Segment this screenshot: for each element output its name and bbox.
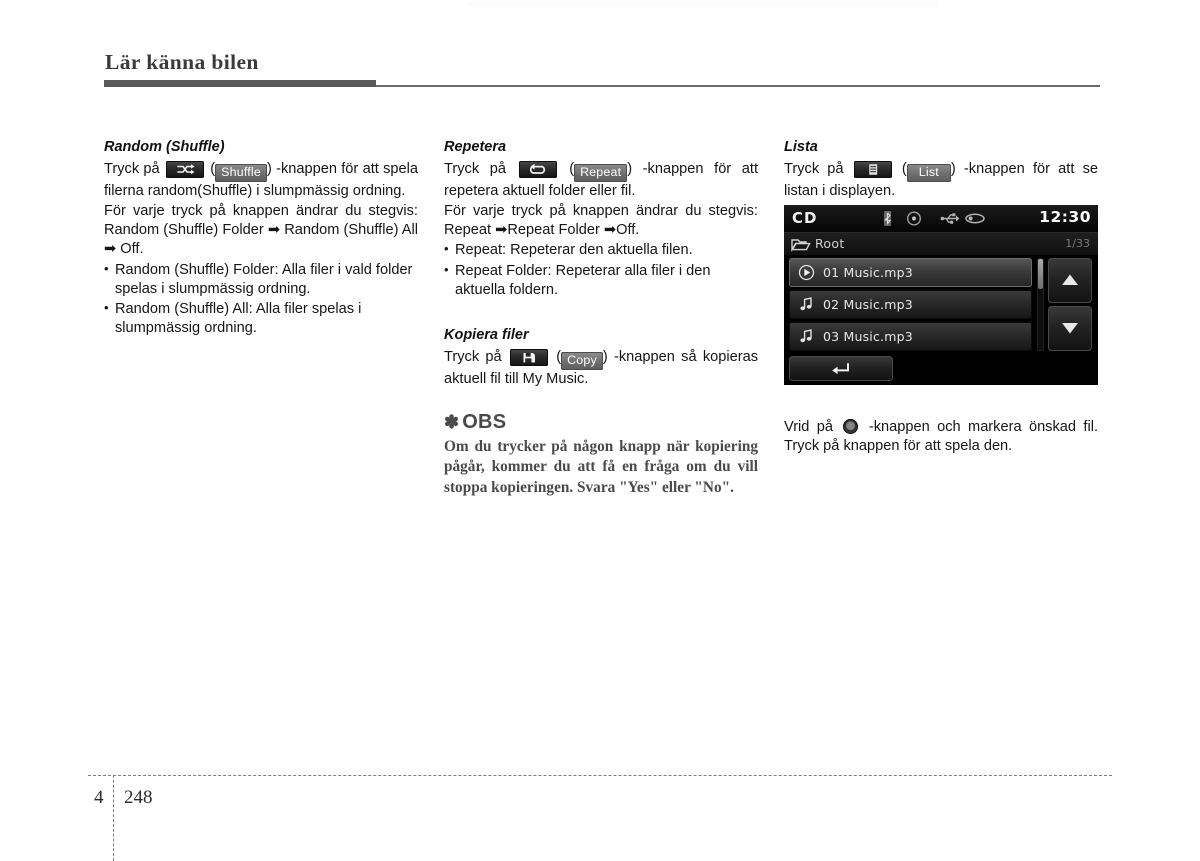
scrollbar-thumb[interactable] xyxy=(1038,259,1043,289)
shuffle-icon xyxy=(165,161,204,179)
list-item[interactable]: 01 Music.mp3 xyxy=(789,258,1032,287)
asterisk-icon: ✽ xyxy=(444,412,460,433)
status-clock: 12:30 xyxy=(1039,208,1091,226)
list-icon xyxy=(853,161,892,179)
triangle-down-icon xyxy=(1062,323,1078,334)
shuffle-softkey-group: (Shuffle xyxy=(210,161,267,183)
repeat-icon xyxy=(518,161,557,179)
copy-softkey-group: (Copy xyxy=(556,349,603,370)
note-body: Om du trycker på någon knapp när kopieri… xyxy=(444,438,758,496)
list-softkey-group: (List xyxy=(902,161,951,183)
page-header: Lär känna bilen xyxy=(104,50,1100,94)
copy-intro-paragraph: Tryck på (Copy) -knappen så kopieras akt… xyxy=(444,348,758,389)
footer-divider-vertical xyxy=(113,775,114,861)
file-list: 01 Music.mp3 02 Music.mp3 03 Music.mp3 xyxy=(789,258,1032,354)
random-steps-paragraph: För varje tryck på knappen ändrar du ste… xyxy=(104,203,418,258)
repeat-softkey-label[interactable]: Repeat xyxy=(574,164,628,183)
repeat-steps-paragraph: För varje tryck på knappen ändrar du ste… xyxy=(444,203,758,239)
head-unit-display: CD 12:30 Root 1/33 01 Music.mp3 02 Music… xyxy=(784,205,1098,385)
music-note-icon xyxy=(798,328,815,349)
status-icon-group xyxy=(882,210,992,228)
back-arrow-icon xyxy=(832,363,849,375)
triangle-up-icon xyxy=(1062,274,1078,285)
note-title-row: ✽ OBS xyxy=(444,411,758,434)
repeat-softkey-group: (Repeat xyxy=(569,161,628,183)
section-heading-copy: Kopiera filer xyxy=(444,326,529,343)
random-intro-pre: Tryck på xyxy=(104,161,160,178)
status-source-label: CD xyxy=(792,209,818,227)
shuffle-softkey-label[interactable]: Shuffle xyxy=(215,164,267,183)
aux-icon xyxy=(964,210,986,231)
page-footer: 4 248 xyxy=(88,775,1112,861)
list-item[interactable]: 02 Music.mp3 xyxy=(789,290,1032,319)
list-item: Repeat Folder: Repeterar alla filer i de… xyxy=(444,261,758,300)
knob-paragraph: Vrid på -knappen och markera önskad fil.… xyxy=(784,418,1098,456)
page-number: 248 xyxy=(124,787,153,808)
disc-icon xyxy=(906,210,922,231)
footer-divider-horizontal xyxy=(88,775,1112,776)
list-intro-pre: Tryck på xyxy=(784,161,844,178)
list-item-label: 01 Music.mp3 xyxy=(823,265,913,280)
header-rule-thick xyxy=(104,80,376,87)
folder-icon xyxy=(791,237,811,256)
list-item-label: 02 Music.mp3 xyxy=(823,297,913,312)
save-copy-icon xyxy=(509,348,548,366)
list-item[interactable]: 03 Music.mp3 xyxy=(789,322,1032,351)
music-note-icon xyxy=(798,296,815,317)
play-circle-icon xyxy=(798,264,815,285)
list-item: Random (Shuffle) All: Alla filer spelas … xyxy=(104,299,418,338)
header-rule-thin xyxy=(376,85,1100,87)
rotary-knob-icon xyxy=(843,419,859,434)
repeat-intro-pre: Tryck på xyxy=(444,161,506,178)
list-item: Random (Shuffle) Folder: Alla filer i va… xyxy=(104,260,418,299)
header-rule xyxy=(104,80,1100,88)
usb-icon xyxy=(940,210,960,231)
section-heading-random: Random (Shuffle) xyxy=(104,139,225,155)
scrollbar[interactable] xyxy=(1037,258,1044,351)
back-button[interactable] xyxy=(789,356,893,381)
column-right: Lista Tryck på (List) -knappen för att s… xyxy=(784,138,1098,201)
section-heading-list: Lista xyxy=(784,139,818,155)
section-heading-repeat: Repetera xyxy=(444,139,507,155)
path-label: Root xyxy=(815,236,845,251)
status-bar: CD 12:30 xyxy=(784,205,1098,233)
copy-softkey-label[interactable]: Copy xyxy=(561,351,603,370)
scroll-up-button[interactable] xyxy=(1048,258,1092,303)
column-middle: Repetera Tryck på (Repeat) -knappen för … xyxy=(444,138,758,498)
knob-instruction-block: Vrid på -knappen och markera önskad fil.… xyxy=(784,418,1098,456)
repeat-bullet-list: Repeat: Repeterar den aktuella filen. Re… xyxy=(444,240,758,300)
scan-artifact xyxy=(468,2,938,6)
column-left: Random (Shuffle) Tryck på (Shuffle) -kna… xyxy=(104,138,418,338)
random-intro-paragraph: Tryck på (Shuffle) -knappen för att spel… xyxy=(104,160,418,201)
path-bar: Root 1/33 xyxy=(784,233,1098,256)
list-item: Repeat: Repeterar den aktuella filen. xyxy=(444,240,758,260)
chapter-number: 4 xyxy=(94,787,104,808)
scroll-down-button[interactable] xyxy=(1048,306,1092,351)
random-bullet-list: Random (Shuffle) Folder: Alla filer i va… xyxy=(104,260,418,338)
page-title: Lär känna bilen xyxy=(105,50,259,74)
list-intro-paragraph: Tryck på (List) -knappen för att se list… xyxy=(784,160,1098,201)
note-title: OBS xyxy=(462,411,507,434)
list-softkey-label[interactable]: List xyxy=(906,164,951,183)
bluetooth-icon xyxy=(882,210,893,231)
list-item-label: 03 Music.mp3 xyxy=(823,329,913,344)
repeat-intro-paragraph: Tryck på (Repeat) -knappen för att repet… xyxy=(444,160,758,201)
path-item-count: 1/33 xyxy=(1065,237,1090,250)
knob-paragraph-pre: Vrid på xyxy=(784,419,834,435)
copy-intro-pre: Tryck på xyxy=(444,348,502,365)
